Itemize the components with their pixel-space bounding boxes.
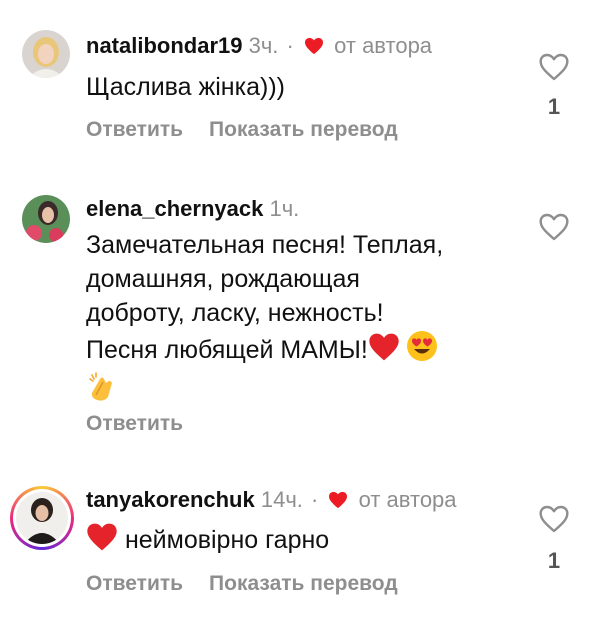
separator-dot: · [311, 487, 319, 512]
reply-button[interactable]: Ответить [86, 118, 183, 141]
comment-text: неймовірно гарно [86, 522, 526, 561]
reply-button[interactable]: Ответить [86, 572, 183, 595]
clapping-hands-emoji-icon [86, 371, 118, 412]
like-count: 1 [547, 94, 561, 119]
comment-text-segment: неймовірно гарно [124, 526, 330, 554]
comment-actions: Ответить [86, 412, 209, 436]
comment-text-line [86, 371, 526, 412]
comment-actions: Ответить Показать перевод [86, 118, 424, 142]
comment-actions: Ответить Показать перевод [86, 572, 424, 596]
author-liked-note: от автора [334, 33, 433, 58]
reply-button[interactable]: Ответить [86, 412, 183, 435]
comment-natalibondar19: natalibondar19 3ч. · от автора Щаслива ж… [0, 0, 600, 160]
comment-header: tanyakorenchuk 14ч. · от автора [86, 487, 457, 515]
heart-outline-icon[interactable] [538, 504, 570, 534]
comment-text: Щаслива жінка))) [86, 73, 285, 101]
red-heart-icon [368, 332, 400, 371]
comment-header: natalibondar19 3ч. · от автора [86, 33, 432, 61]
author-liked-note: от автора [358, 487, 457, 512]
heart-eyes-emoji-icon [406, 330, 438, 371]
comment-text-segment: Песня любящей МАМЫ! [86, 336, 368, 364]
red-heart-icon [328, 489, 348, 515]
username[interactable]: tanyakorenchuk [86, 487, 255, 512]
comment-text-line: Песня любящей МАМЫ! [86, 330, 526, 371]
username[interactable]: elena_chernyack [86, 196, 263, 221]
red-heart-icon [86, 522, 118, 561]
username[interactable]: natalibondar19 [86, 33, 242, 58]
avatar-story-ring[interactable] [10, 486, 74, 550]
avatar[interactable] [22, 30, 70, 78]
show-translation-button[interactable]: Показать перевод [209, 572, 398, 595]
comment-elena_chernyack: elena_chernyack 1ч. Замечательная песня!… [0, 160, 600, 450]
comment-text-line: Замечательная песня! Теплая, [86, 231, 444, 259]
comment-text-line: домашняя, рождающая [86, 265, 360, 293]
avatar[interactable] [22, 195, 70, 243]
heart-outline-icon[interactable] [538, 212, 570, 242]
comment-time: 1ч. [269, 196, 300, 221]
comment-time: 14ч. [260, 487, 303, 512]
comment-text-line: доброту, ласку, нежность! [86, 299, 384, 327]
separator-dot: · [286, 33, 294, 58]
heart-outline-icon[interactable] [538, 52, 570, 82]
comment-time: 3ч. [248, 33, 279, 58]
avatar [16, 492, 68, 544]
comment-tanyakorenchuk: tanyakorenchuk 14ч. · от автора неймовір… [0, 450, 600, 630]
show-translation-button[interactable]: Показать перевод [209, 118, 398, 141]
like-count: 1 [547, 548, 561, 573]
comment-header: elena_chernyack 1ч. [86, 196, 299, 222]
comment-text: Замечательная песня! Теплая, домашняя, р… [86, 228, 526, 412]
red-heart-icon [304, 35, 324, 61]
